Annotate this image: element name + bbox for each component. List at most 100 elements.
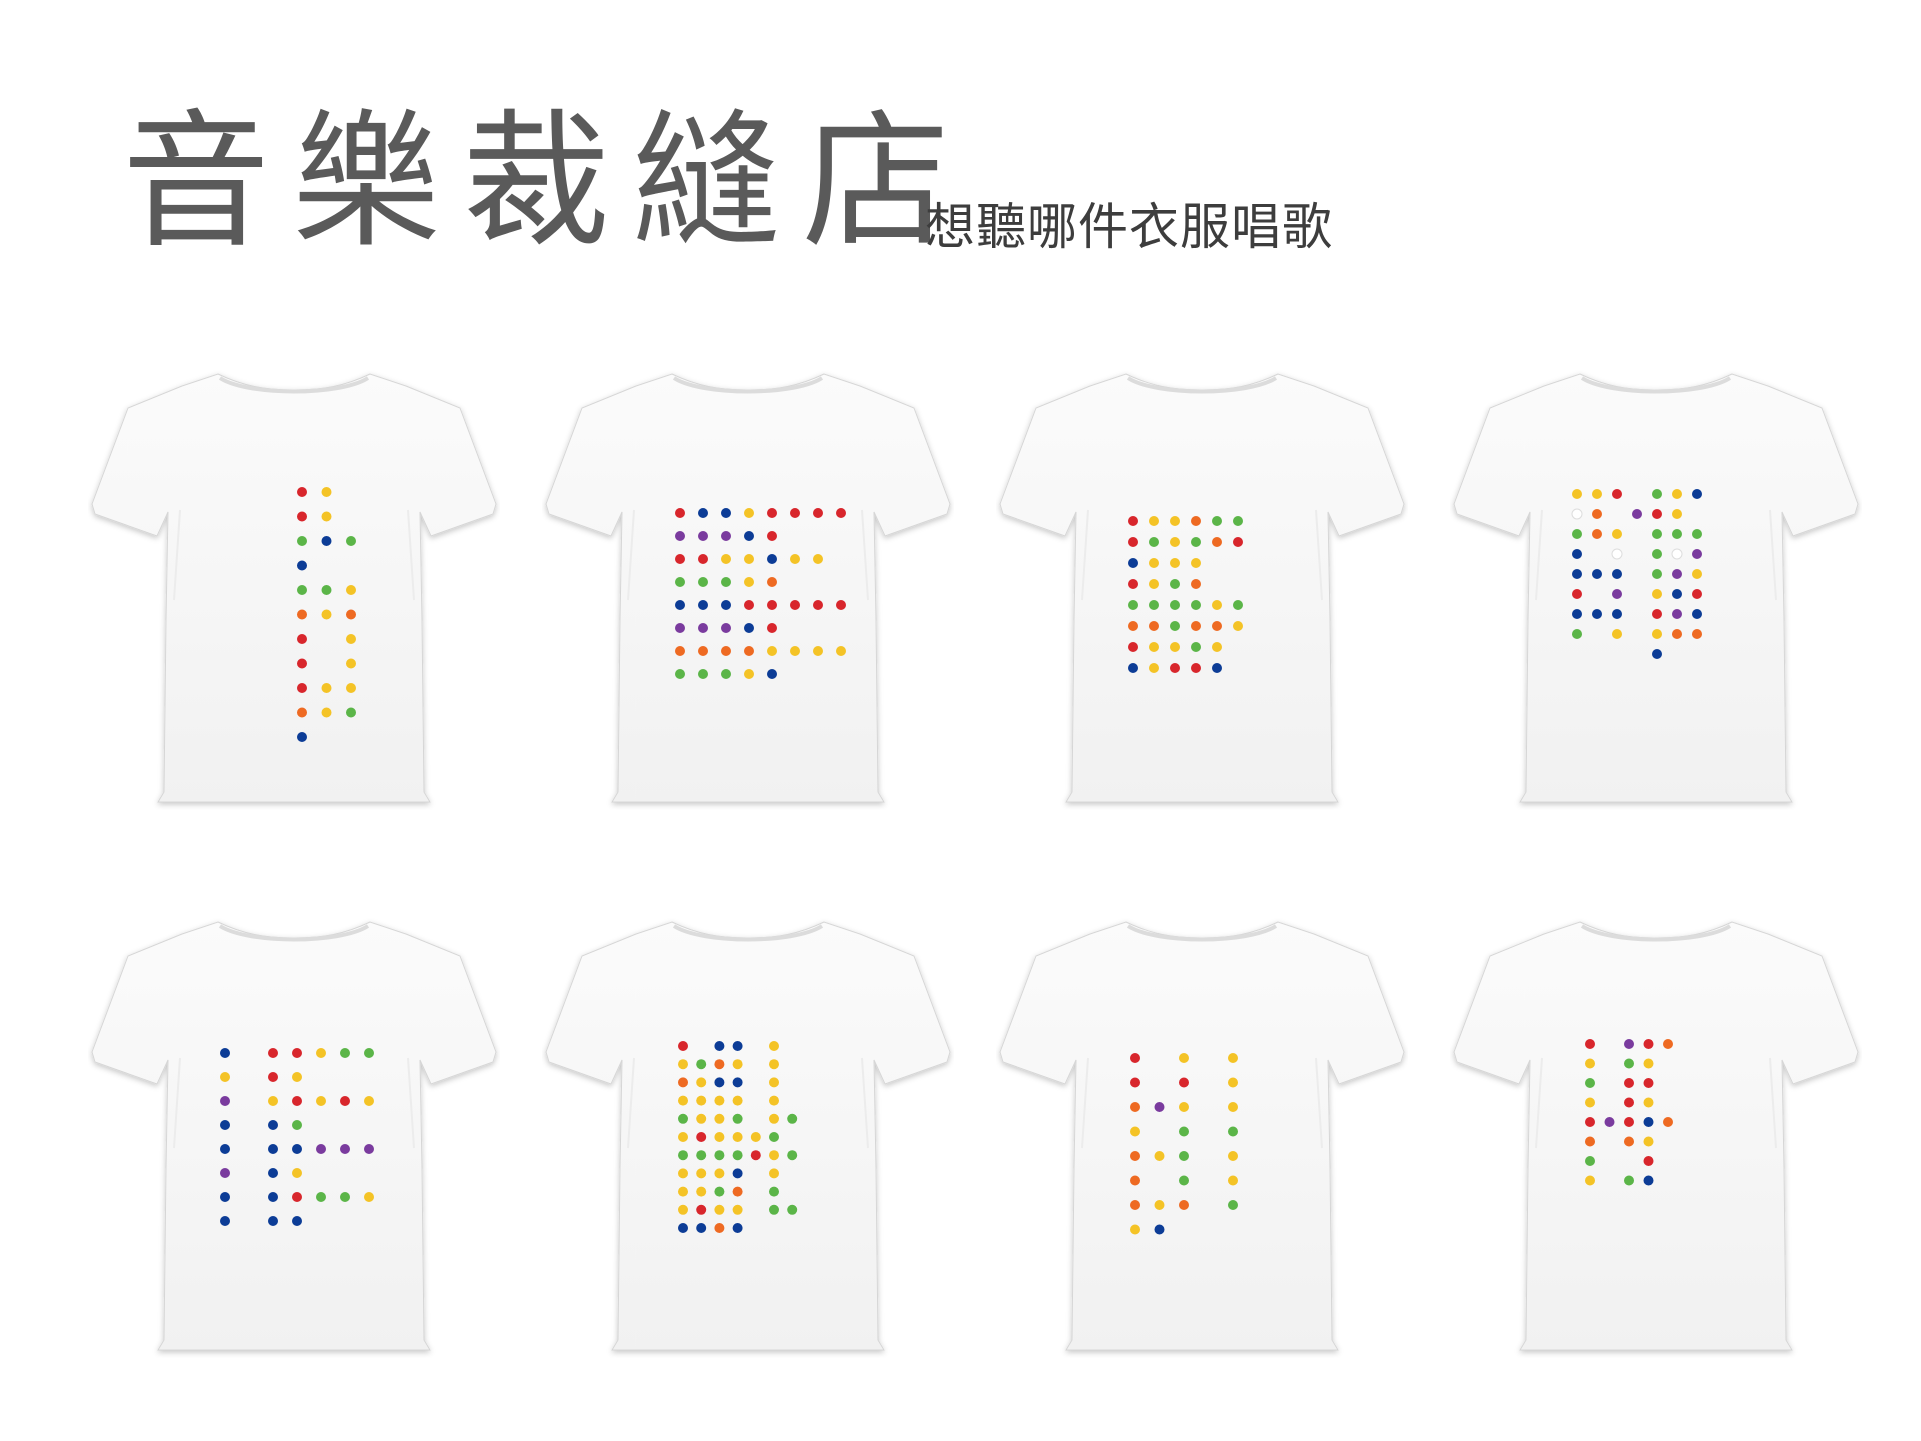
print-dot bbox=[744, 531, 754, 541]
print-dot bbox=[836, 508, 846, 518]
print-dot bbox=[292, 1120, 302, 1130]
print-dot bbox=[1612, 529, 1622, 539]
print-dot bbox=[721, 508, 731, 518]
print-dot bbox=[1228, 1102, 1238, 1112]
print-dot bbox=[721, 600, 731, 610]
print-dot bbox=[1128, 558, 1138, 568]
print-dot bbox=[1191, 558, 1201, 568]
print-dot bbox=[698, 669, 708, 679]
print-dot bbox=[714, 1041, 725, 1051]
print-dot bbox=[292, 1168, 302, 1178]
tshirt-5 bbox=[88, 918, 500, 1358]
print-dot bbox=[1612, 489, 1622, 499]
print-dot bbox=[769, 1095, 779, 1106]
print-dot bbox=[340, 1096, 350, 1106]
print-dot bbox=[1585, 1156, 1595, 1166]
print-dot bbox=[220, 1192, 230, 1202]
print-dot bbox=[744, 508, 754, 518]
print-dot bbox=[1228, 1151, 1238, 1161]
print-dot bbox=[1585, 1078, 1595, 1088]
print-dot bbox=[1149, 600, 1159, 610]
print-dot bbox=[744, 623, 754, 633]
print-dot bbox=[1611, 548, 1623, 560]
print-dot bbox=[1652, 529, 1662, 539]
print-dot bbox=[297, 609, 307, 620]
print-dot bbox=[364, 1048, 374, 1058]
print-dot bbox=[721, 554, 731, 564]
tshirt-2 bbox=[542, 370, 954, 810]
print-dot bbox=[1149, 621, 1159, 631]
print-dot bbox=[1191, 621, 1201, 631]
print-dot bbox=[1130, 1102, 1140, 1112]
tshirt-graphic bbox=[545, 921, 951, 1351]
print-dot bbox=[1128, 642, 1138, 652]
print-dot bbox=[678, 1150, 688, 1161]
print-dot bbox=[364, 1096, 374, 1106]
print-dot bbox=[769, 1204, 779, 1215]
print-dot bbox=[787, 1150, 798, 1161]
print-dot bbox=[1128, 663, 1138, 673]
print-dot bbox=[1604, 1117, 1615, 1127]
tshirt-graphic bbox=[1453, 373, 1859, 803]
print-dot bbox=[1652, 549, 1662, 559]
print-dot bbox=[268, 1048, 278, 1058]
print-dot bbox=[675, 623, 685, 633]
print-dot bbox=[675, 669, 685, 679]
print-dot bbox=[316, 1048, 326, 1058]
print-dot bbox=[769, 1168, 779, 1179]
print-dot bbox=[675, 577, 685, 587]
print-dot bbox=[1179, 1102, 1189, 1112]
print-dot bbox=[1672, 489, 1682, 499]
print-dot bbox=[292, 1072, 302, 1082]
print-dot bbox=[1643, 1175, 1654, 1186]
print-dot bbox=[1652, 649, 1662, 659]
print-dot bbox=[1130, 1077, 1140, 1088]
print-dot bbox=[1692, 529, 1702, 539]
print-dot bbox=[1652, 609, 1662, 619]
print-dot bbox=[297, 585, 307, 595]
tshirt-8 bbox=[1450, 918, 1862, 1358]
print-dot bbox=[1624, 1039, 1634, 1049]
print-dot bbox=[1632, 509, 1642, 519]
tshirt-body bbox=[545, 921, 951, 1351]
print-dot bbox=[787, 1113, 798, 1124]
tshirt-body bbox=[1453, 921, 1859, 1351]
print-dot bbox=[1191, 516, 1201, 526]
print-dot bbox=[1228, 1126, 1238, 1137]
print-dot bbox=[813, 600, 823, 610]
print-dot bbox=[1233, 600, 1243, 610]
print-dot bbox=[813, 646, 823, 656]
print-dot bbox=[340, 1144, 350, 1154]
print-dot bbox=[268, 1072, 278, 1082]
print-dot bbox=[1233, 516, 1243, 526]
print-dot bbox=[678, 1223, 688, 1233]
print-dot bbox=[1130, 1151, 1140, 1161]
print-dot bbox=[1672, 569, 1682, 579]
print-dot bbox=[1652, 589, 1662, 599]
print-dot bbox=[1154, 1200, 1165, 1210]
print-dot bbox=[732, 1132, 743, 1142]
print-dot bbox=[1191, 600, 1201, 610]
print-dot bbox=[714, 1168, 725, 1179]
print-dot bbox=[767, 508, 777, 518]
print-dot bbox=[268, 1144, 278, 1154]
print-dot bbox=[1672, 529, 1682, 539]
print-dot bbox=[696, 1168, 707, 1179]
print-dot bbox=[732, 1113, 743, 1124]
print-dot bbox=[1179, 1200, 1189, 1210]
print-dot bbox=[1624, 1117, 1634, 1127]
print-dot bbox=[321, 683, 332, 693]
print-dot bbox=[346, 707, 356, 718]
tshirt-1 bbox=[88, 370, 500, 810]
print-dot bbox=[1572, 589, 1582, 599]
print-dot bbox=[1643, 1097, 1654, 1108]
print-dot bbox=[220, 1144, 230, 1154]
print-dot bbox=[1191, 663, 1201, 673]
print-dot bbox=[1212, 642, 1222, 652]
print-dot bbox=[836, 646, 846, 656]
print-dot bbox=[1170, 558, 1180, 568]
print-dot bbox=[1170, 516, 1180, 526]
print-dot bbox=[767, 600, 777, 610]
print-dot bbox=[1624, 1097, 1634, 1108]
tshirt-6 bbox=[542, 918, 954, 1358]
